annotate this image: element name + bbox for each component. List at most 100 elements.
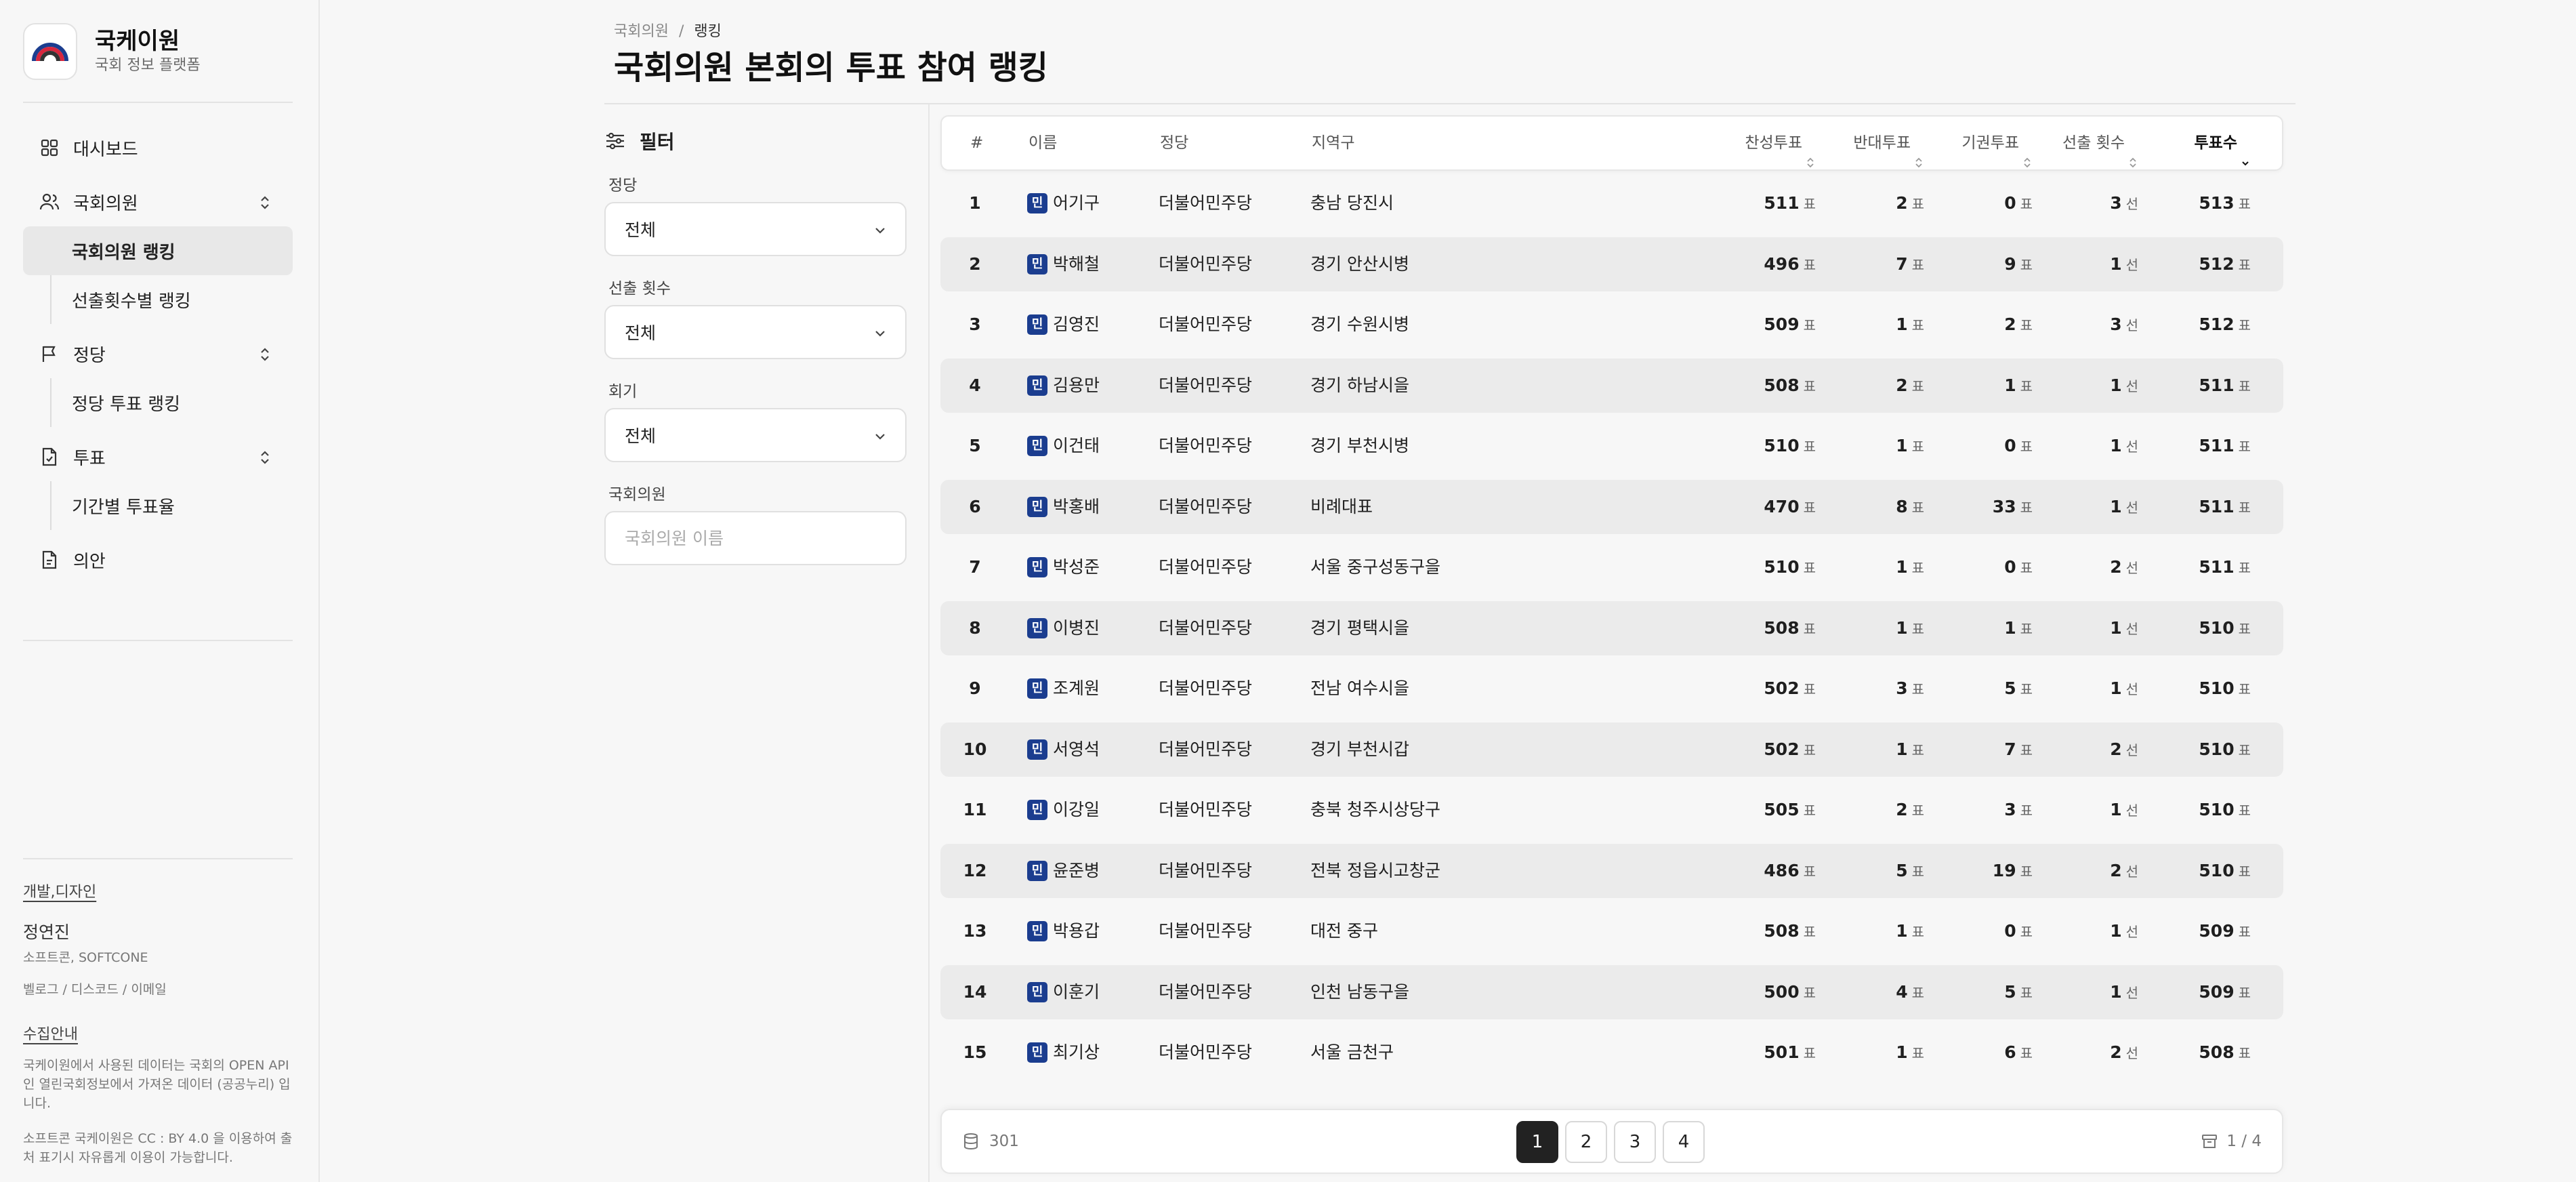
- total-cell: 509 표: [2199, 965, 2251, 1019]
- total-cell: 511 표: [2199, 480, 2251, 534]
- abstain-cell: 0표: [2004, 419, 2033, 473]
- vote-unit: 표: [2020, 984, 2033, 1001]
- chevron-up-down-icon[interactable]: [257, 346, 272, 363]
- chevron-up-down-icon[interactable]: [257, 194, 272, 211]
- sidebar-item-party[interactable]: 정당: [23, 329, 293, 378]
- table-row[interactable]: 5 민 이건태 더불어민주당 경기 부천시병 510 표 1 표 0 표 1 선 511 표: [940, 419, 2283, 473]
- sidebar-item-vote[interactable]: 투표: [23, 432, 293, 481]
- sidebar-item-period-vote-rate[interactable]: 기간별 투표율: [51, 481, 293, 530]
- yes-value: 505: [1764, 800, 1800, 819]
- vote-unit: 표: [1803, 863, 1816, 880]
- party-badge: 민: [1027, 314, 1047, 335]
- yes-cell: 500 표: [1764, 965, 1816, 1019]
- abstain-value: 0: [2004, 921, 2016, 941]
- region-cell: 충북 청주시상당구: [1310, 800, 1440, 819]
- rank-cell: 2: [969, 253, 981, 274]
- page-button-1[interactable]: 1: [1516, 1121, 1558, 1163]
- table-row[interactable]: 9 민 조계원 더불어민주당 전남 여수시을 502 표 3 표 5 표 1 선 510 표: [940, 661, 2283, 716]
- party-cell: 더불어민주당: [1159, 617, 1253, 638]
- page-button-4[interactable]: 4: [1663, 1121, 1705, 1163]
- column-header-no[interactable]: 반대투표: [1853, 117, 1923, 169]
- vote-unit: 표: [1911, 681, 1924, 697]
- table-row[interactable]: 4 민 김용만 더불어민주당 경기 하남시을 508 표 2 표 1 표 1 선 511 표: [940, 358, 2283, 413]
- abstain-value: 9: [2004, 253, 2016, 274]
- party-select[interactable]: 전체: [604, 202, 907, 256]
- sidebar-item-bill[interactable]: 의안: [23, 535, 293, 584]
- sidebar-item-term-ranking[interactable]: 선출횟수별 랭킹: [51, 275, 293, 324]
- vote-unit: 표: [1803, 802, 1816, 819]
- chevron-up-down-icon[interactable]: [257, 449, 272, 466]
- party-badge: 민: [1027, 921, 1047, 941]
- session-select[interactable]: 전체: [604, 408, 907, 462]
- app-name: 국케이원: [95, 28, 180, 55]
- chevron-down-icon: [873, 325, 888, 340]
- sidebar-item-label: 국회의원: [73, 193, 138, 214]
- sidebar-item-member-ranking[interactable]: 국회의원 랭킹: [23, 226, 293, 275]
- total-value: 511: [2199, 375, 2235, 395]
- total-value: 510: [2199, 617, 2235, 638]
- vote-unit: 표: [1911, 863, 1924, 880]
- region-cell: 대전 중구: [1310, 921, 1378, 941]
- table-row[interactable]: 10 민 서영석 더불어민주당 경기 부천시갑 502 표 1 표 7 표 2 선 510 표: [940, 722, 2283, 777]
- breadcrumb-parent[interactable]: 국회의원: [614, 23, 669, 40]
- column-header-term[interactable]: 선출 횟수: [2062, 117, 2137, 169]
- abstain-value: 7: [2004, 739, 2016, 759]
- total-value: 509: [2199, 981, 2235, 1002]
- vote-unit: 표: [1803, 196, 1816, 212]
- filter-heading: 필터: [604, 127, 675, 155]
- column-header-yes[interactable]: 찬성투표: [1745, 117, 1814, 169]
- table-row[interactable]: 8 민 이병진 더불어민주당 경기 평택시을 508 표 1 표 1 표 1 선 510 표: [940, 600, 2283, 655]
- table-row[interactable]: 7 민 박성준 더불어민주당 서울 중구성동구을 510 표 1 표 0 표 2 선 511 표: [940, 540, 2283, 594]
- member-name: 이강일: [1053, 800, 1100, 819]
- abstain-value: 1: [2004, 617, 2016, 638]
- table-row[interactable]: 14 민 이훈기 더불어민주당 인천 남동구을 500 표 4 표 5 표 1 선 509 표: [940, 964, 2283, 1019]
- sidebar-item-label: 투표: [73, 448, 106, 469]
- term-unit: 선: [2125, 499, 2138, 516]
- sidebar-item-party-ranking[interactable]: 정당 투표 랭킹: [51, 378, 293, 427]
- table-row[interactable]: 13 민 박용갑 더불어민주당 대전 중구 508 표 1 표 0 표 1 선 509 표: [940, 904, 2283, 958]
- party-badge: 민: [1027, 253, 1047, 274]
- page-button-3[interactable]: 3: [1614, 1121, 1656, 1163]
- sidebar-footer: 개발,디자인 정연진 소프트콘, SOFTCONE 벨로그 / 디스코드 / 이…: [23, 855, 293, 1167]
- footer-dev-links[interactable]: 벨로그 / 디스코드 / 이메일: [23, 979, 293, 998]
- party-badge: 민: [1027, 375, 1047, 396]
- table-row[interactable]: 11 민 이강일 더불어민주당 충북 청주시상당구 505 표 2 표 3 표 1 선 510 표: [940, 783, 2283, 837]
- page-indicator-value: 1 / 4: [2226, 1133, 2262, 1150]
- table-row[interactable]: 12 민 윤준병 더불어민주당 전북 정읍시고창군 486 표 5 표 19 표 2 선 510 표: [940, 843, 2283, 898]
- app-logo-icon: [23, 23, 77, 80]
- term-select[interactable]: 전체: [604, 305, 907, 359]
- name-cell: 민 박해철: [1027, 237, 1100, 291]
- sidebar-item-members[interactable]: 국회의원: [23, 178, 293, 226]
- chevron-down-icon: [873, 222, 888, 237]
- term-unit: 선: [2125, 863, 2138, 880]
- total-cell: 509 표: [2199, 904, 2251, 958]
- footer-dev-org: 소프트콘, SOFTCONE: [23, 950, 148, 965]
- term-cell: 2선: [2110, 540, 2138, 594]
- abstain-cell: 0표: [2004, 904, 2033, 958]
- party-badge: 민: [1027, 617, 1047, 638]
- yes-value: 486: [1764, 860, 1800, 880]
- column-header-abstain[interactable]: 기권투표: [1961, 117, 2031, 169]
- abstain-cell: 3표: [2004, 783, 2033, 837]
- vote-unit: 표: [2020, 560, 2033, 576]
- term-unit: 선: [2125, 317, 2138, 333]
- no-cell: 1표: [1896, 904, 1924, 958]
- table-row[interactable]: 2 민 박해철 더불어민주당 경기 안산시병 496 표 7 표 9 표 1 선 512 표: [940, 237, 2283, 291]
- table-row[interactable]: 15 민 최기상 더불어민주당 서울 금천구 501 표 1 표 6 표 2 선 508 표: [940, 1025, 2283, 1080]
- term-cell: 1선: [2110, 965, 2138, 1019]
- term-unit: 선: [2125, 741, 2138, 758]
- page-button-2[interactable]: 2: [1565, 1121, 1607, 1163]
- sidebar-item-dashboard[interactable]: 대시보드: [23, 123, 293, 172]
- table-row[interactable]: 3 민 김영진 더불어민주당 경기 수원시병 509 표 1 표 2 표 3 선 512 표: [940, 298, 2283, 352]
- term-value: 1: [2110, 375, 2122, 395]
- abstain-value: 33: [1992, 496, 2016, 516]
- vote-unit: 표: [1803, 317, 1816, 333]
- brand[interactable]: 국케이원 국회 정보 플랫폼: [23, 23, 201, 80]
- term-unit: 선: [2125, 196, 2138, 212]
- column-header-total[interactable]: 투표수: [2195, 117, 2249, 169]
- table-row[interactable]: 6 민 박홍배 더불어민주당 비례대표 470 표 8 표 33 표 1 선 511 표: [940, 479, 2283, 534]
- member-search-input[interactable]: [604, 511, 907, 565]
- table-row[interactable]: 1 민 어기구 더불어민주당 충남 당진시 511 표 2 표 0 표 3 선 513 표: [940, 176, 2283, 230]
- party-cell: 더불어민주당: [1159, 496, 1253, 516]
- session-filter-label: 회기: [608, 383, 638, 401]
